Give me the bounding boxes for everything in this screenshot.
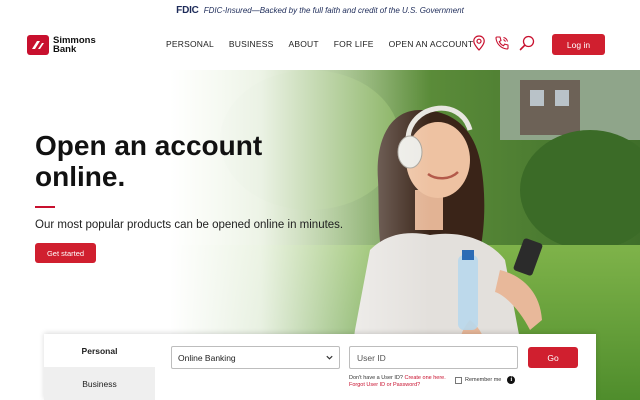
info-icon[interactable]: i [507, 376, 516, 384]
go-button[interactable]: Go [528, 347, 578, 368]
user-id-input[interactable] [349, 346, 518, 369]
brand-name-line2: Bank [53, 44, 77, 55]
login-tabs: Personal Business [44, 334, 155, 400]
remember-me-label: Remember me [465, 377, 502, 383]
account-type-selected-value: Online Banking [178, 352, 236, 363]
fdic-notice: FDIC-Insured—Backed by the full faith an… [203, 5, 464, 15]
fdic-logo: FDIC [176, 4, 199, 16]
nav-for-life[interactable]: FOR LIFE [334, 39, 374, 49]
brand-name: Simmons Bank [53, 36, 96, 55]
main-nav: PERSONAL BUSINESS ABOUT FOR LIFE OPEN AN… [166, 39, 488, 49]
hero-subtitle: Our most popular products can be opened … [35, 219, 344, 231]
location-pin-icon[interactable] [470, 34, 488, 52]
nav-open-an-account[interactable]: OPEN AN ACCOUNT [389, 39, 474, 49]
tab-business[interactable]: Business [44, 367, 155, 400]
account-type-select[interactable]: Online Banking [171, 346, 340, 369]
hero-title: Open an account online. [35, 130, 263, 192]
remember-me-group: Remember me i [455, 376, 516, 384]
brand-logo[interactable]: Simmons Bank [27, 35, 96, 55]
get-started-button[interactable]: Get started [35, 243, 96, 263]
login-help-links: Don't have a User ID? Create one here. F… [349, 375, 446, 389]
nav-about[interactable]: ABOUT [289, 39, 319, 49]
nav-business[interactable]: BUSINESS [229, 39, 274, 49]
chevron-down-icon [325, 353, 334, 364]
create-user-id-link[interactable]: Create one here. [404, 375, 445, 381]
tab-personal[interactable]: Personal [44, 334, 155, 367]
search-icon[interactable] [518, 34, 536, 52]
forgot-credentials-link[interactable]: Forgot User ID or Password? [349, 382, 420, 388]
log-in-button[interactable]: Log in [552, 34, 605, 55]
simmons-logo-icon [27, 35, 49, 55]
online-banking-login-panel: Personal Business Online Banking Go Don'… [44, 334, 596, 400]
site-header: Simmons Bank PERSONAL BUSINESS ABOUT FOR… [0, 20, 640, 70]
phone-icon[interactable] [493, 34, 511, 52]
remember-me-checkbox[interactable] [455, 376, 462, 384]
no-user-id-text: Don't have a User ID? [349, 375, 403, 381]
hero-accent-rule [35, 206, 55, 208]
nav-personal[interactable]: PERSONAL [166, 39, 214, 49]
fdic-banner: FDIC FDIC-Insured—Backed by the full fai… [0, 0, 640, 20]
